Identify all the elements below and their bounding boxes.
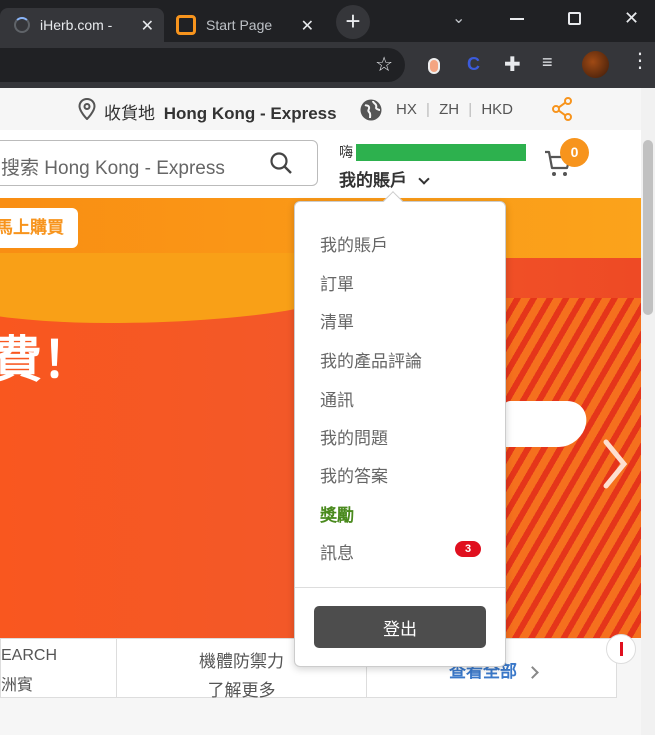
account-label: 我的賬戶 <box>339 171 407 190</box>
promo-card-1-sub: 洲賓 <box>1 677 34 694</box>
scrollbar-thumb[interactable] <box>643 140 653 315</box>
tab-label: Start Page <box>206 17 273 33</box>
close-tab-icon[interactable]: ✕ <box>301 16 314 36</box>
close-tab-icon[interactable]: ✕ <box>141 16 154 36</box>
tab-iherb[interactable]: iHerb.com - ✕ <box>0 8 164 42</box>
pause-icon <box>620 642 623 656</box>
site-header: 搜索 Hong Kong - Express 嗨 我的賬戶 0 <box>0 130 641 198</box>
extension-lightbulb-icon[interactable] <box>428 58 440 74</box>
restore-icon[interactable] <box>568 12 581 25</box>
banner-headline: 費！ <box>0 332 92 388</box>
menu-item-orders[interactable]: 訂單 <box>320 270 354 295</box>
ship-to-prefix: 收貨地 <box>104 104 155 123</box>
extensions-puzzle-icon[interactable]: ✚ <box>504 52 521 77</box>
globe-icon <box>360 99 382 121</box>
account-menu-toggle[interactable]: 我的賬戶 <box>339 166 430 191</box>
search-icon[interactable] <box>269 151 293 175</box>
locale-selector[interactable]: HX | ZH | HKD <box>396 101 513 118</box>
carousel-next-icon[interactable] <box>600 438 630 490</box>
location-pin-icon <box>78 98 96 120</box>
promo-card-1[interactable]: EARCH 洲賓 <box>1 639 117 697</box>
profile-avatar[interactable] <box>582 51 609 78</box>
close-window-icon[interactable]: ✕ <box>624 8 639 29</box>
address-bar[interactable]: ☆ <box>0 48 405 82</box>
share-icon[interactable] <box>551 97 573 121</box>
menu-item-lists[interactable]: 清單 <box>320 308 354 333</box>
account-dropdown-menu: 我的賬戶 訂單 清單 我的產品評論 通訊 我的問題 我的答案 獎勵 訊息 3 登… <box>294 191 506 667</box>
menu-item-my-account[interactable]: 我的賬戶 <box>320 231 388 256</box>
bookmark-star-icon[interactable]: ☆ <box>375 52 393 77</box>
chevron-down-icon <box>418 173 430 185</box>
banner-product-shape <box>495 401 591 447</box>
messages-label: 訊息 <box>320 544 354 563</box>
browser-toolbar: ☆ C ✚ ≡ ⋮ <box>0 42 655 88</box>
menu-item-my-reviews[interactable]: 我的產品評論 <box>320 347 422 372</box>
redacted-username <box>356 144 526 161</box>
promo-card-2-link: 了解更多 <box>207 681 276 700</box>
menu-item-my-questions[interactable]: 我的問題 <box>320 424 388 449</box>
search-placeholder: 搜索 Hong Kong - Express <box>1 158 225 179</box>
menu-item-my-answers[interactable]: 我的答案 <box>320 462 388 487</box>
menu-item-communications[interactable]: 通訊 <box>320 386 354 411</box>
cart-button[interactable]: 0 <box>540 138 589 186</box>
greeting-text: 嗨 <box>339 144 353 160</box>
extension-c-icon[interactable]: C <box>467 54 480 75</box>
menu-item-messages[interactable]: 訊息 3 <box>320 539 481 564</box>
messages-count-badge: 3 <box>455 541 481 557</box>
loading-spinner-icon <box>14 17 30 33</box>
shop-now-button[interactable]: 馬上購買 <box>0 208 78 248</box>
menu-item-rewards[interactable]: 獎勵 <box>320 501 354 526</box>
menu-divider <box>295 587 505 588</box>
new-tab-button[interactable]: + <box>336 5 370 39</box>
carousel-pause-button[interactable] <box>606 634 636 664</box>
shipping-bar: 收貨地 Hong Kong - Express HX | ZH | HKD <box>0 88 641 130</box>
start-page-icon <box>176 15 196 35</box>
tab-start-page[interactable]: Start Page ✕ <box>166 8 326 42</box>
minimize-icon[interactable] <box>510 18 524 20</box>
chevron-right-icon <box>525 666 539 679</box>
tab-search-icon[interactable]: ⌄ <box>452 8 465 28</box>
region-code: HX <box>396 101 417 118</box>
browser-tab-bar: iHerb.com - ✕ Start Page ✕ + ⌄ ✕ <box>0 0 655 42</box>
ship-to-location: Hong Kong - Express <box>163 104 337 123</box>
search-input[interactable]: 搜索 Hong Kong - Express <box>0 140 318 186</box>
media-playlist-icon[interactable]: ≡ <box>542 52 553 73</box>
cart-count-badge: 0 <box>560 138 589 167</box>
currency-code: HKD <box>481 101 514 118</box>
tab-label: iHerb.com - <box>40 17 113 33</box>
ship-to-selector[interactable]: 收貨地 Hong Kong - Express <box>104 99 337 124</box>
language-code: ZH <box>439 101 460 118</box>
promo-card-1-title: EARCH <box>1 647 58 664</box>
sign-out-button[interactable]: 登出 <box>314 606 486 648</box>
menu-kebab-icon[interactable]: ⋮ <box>630 51 650 71</box>
